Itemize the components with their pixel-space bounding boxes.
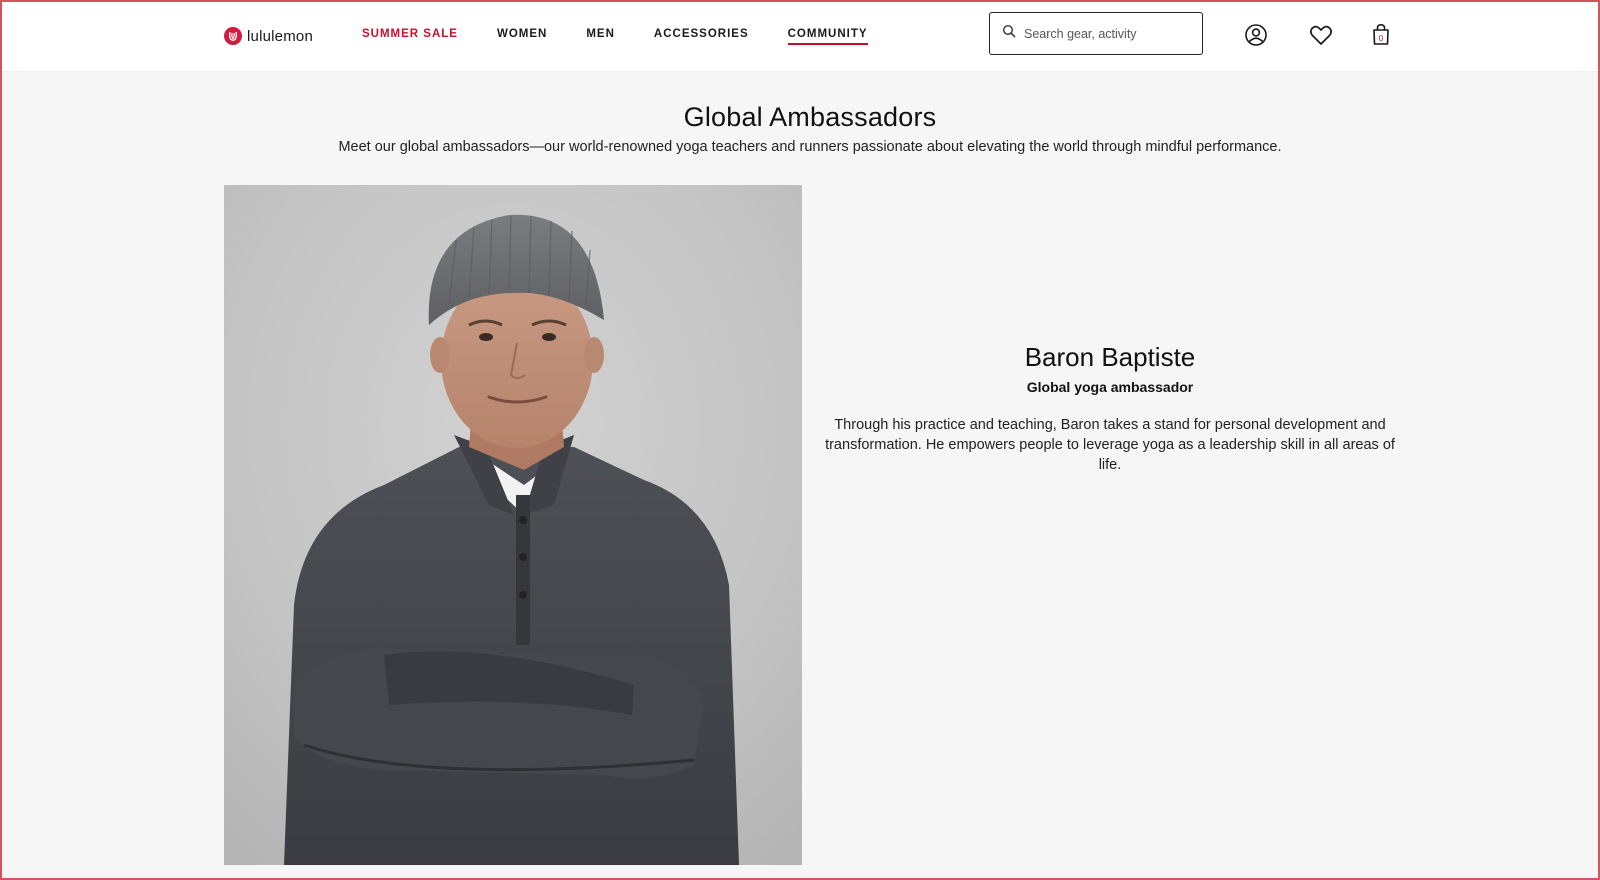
main-content: Global Ambassadors Meet our global ambas…: [0, 72, 1600, 880]
page-title: Global Ambassadors: [683, 102, 937, 132]
search-input[interactable]: [1024, 26, 1194, 41]
nav-item-women[interactable]: WOMEN: [497, 28, 547, 44]
nav-item-summer-sale[interactable]: SUMMER SALE: [362, 28, 458, 44]
main-nav: SUMMER SALE WOMEN MEN ACCESSORIES COMMUN…: [362, 28, 907, 45]
ambassador-name: Baron Baptiste: [1024, 342, 1196, 372]
brand-logo[interactable]: lululemon: [224, 24, 313, 48]
ambassador-portrait: [224, 185, 802, 865]
nav-item-men[interactable]: MEN: [586, 28, 615, 44]
brand-name: lululemon: [247, 27, 314, 45]
search-icon: [1002, 24, 1016, 43]
nav-item-accessories[interactable]: ACCESSORIES: [654, 28, 749, 44]
account-icon[interactable]: [1243, 22, 1269, 48]
lululemon-logo-icon: [224, 27, 242, 45]
ambassador-role: Global yoga ambassador: [1026, 379, 1194, 395]
bag-count: 0: [1379, 34, 1384, 43]
ambassador-bio: Baron Baptiste Global yoga ambassador Th…: [820, 342, 1400, 475]
page-subtitle: Meet our global ambassadors—our world-re…: [338, 139, 1282, 155]
site-header: lululemon SUMMER SALE WOMEN MEN ACCESSOR…: [0, 0, 1600, 72]
nav-item-community[interactable]: COMMUNITY: [787, 28, 868, 45]
heart-icon[interactable]: [1308, 22, 1334, 48]
search-box[interactable]: [989, 12, 1203, 55]
shopping-bag-icon[interactable]: 0: [1368, 22, 1394, 48]
ambassador-description: Through his practice and teaching, Baron…: [825, 417, 1395, 473]
